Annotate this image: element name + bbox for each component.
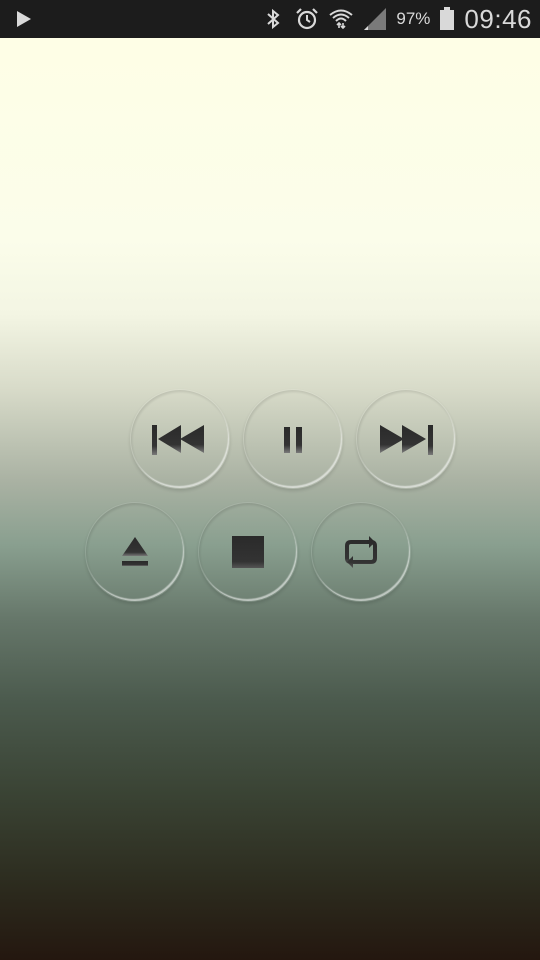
status-icons: 97% 09:46 <box>260 0 532 38</box>
next-track-button[interactable] <box>356 389 456 489</box>
eject-icon <box>122 537 148 566</box>
play-indicator-icon <box>12 8 34 30</box>
status-bar: 97% 09:46 <box>0 0 540 38</box>
stop-icon <box>232 536 264 568</box>
previous-track-button[interactable] <box>130 389 230 489</box>
battery-percent: 97% <box>396 9 431 28</box>
pause-icon <box>284 427 302 453</box>
clock: 09:46 <box>464 3 532 34</box>
player-background <box>0 38 540 960</box>
previous-track-icon <box>152 425 204 455</box>
eject-button[interactable] <box>85 502 185 602</box>
repeat-button[interactable] <box>311 502 411 602</box>
stop-button[interactable] <box>198 502 298 602</box>
repeat-icon <box>345 536 377 568</box>
wifi-icon <box>328 6 354 32</box>
pause-button[interactable] <box>243 389 343 489</box>
signal-icon <box>362 6 388 32</box>
bluetooth-icon <box>260 6 286 32</box>
battery-icon <box>438 6 456 32</box>
alarm-icon <box>294 6 320 32</box>
next-track-icon <box>380 425 433 455</box>
